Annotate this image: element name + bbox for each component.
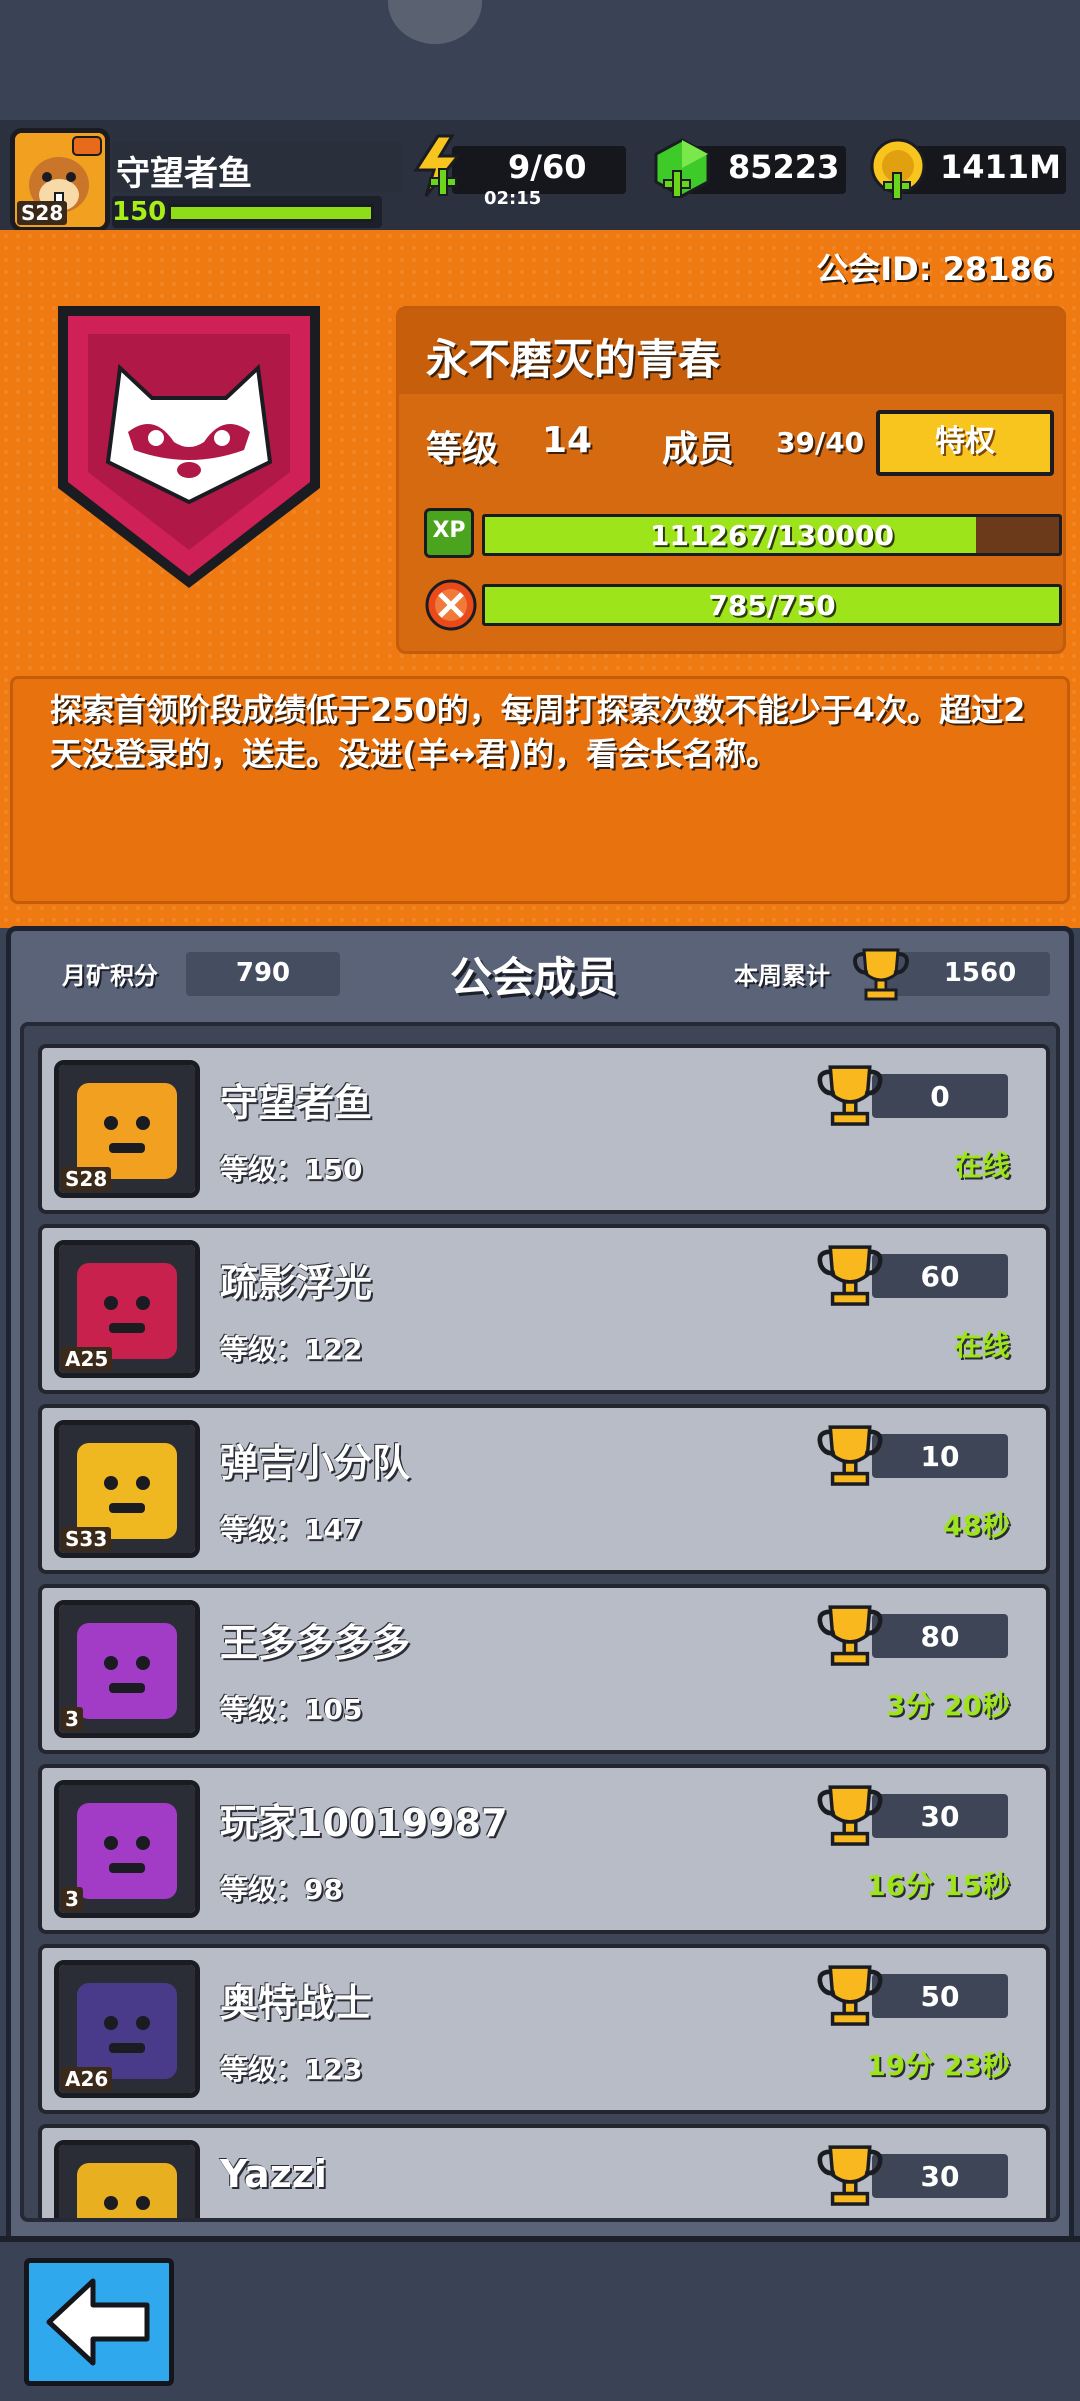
member-row[interactable]: S33 弹吉小分队等级：147 10 48秒 — [38, 1404, 1050, 1574]
member-name: Yazzi — [220, 2152, 327, 2196]
member-rank-badge: S33 — [61, 1527, 112, 1551]
player-xp-bar — [168, 204, 374, 222]
member-rank-badge: A25 — [61, 1347, 113, 1371]
privilege-button[interactable]: 特权 — [876, 410, 1054, 476]
member-status: 在线 — [953, 1329, 1010, 1362]
member-name: 玩家10019987 — [220, 1801, 508, 1845]
energy-value: 9/60 — [508, 148, 587, 186]
gem-icon[interactable] — [650, 136, 714, 202]
guild-member-count: 39/40 — [776, 426, 865, 459]
guild-member-label: 成员 — [662, 429, 735, 470]
member-level: 等级：122 — [220, 1333, 363, 1366]
member-avatar[interactable] — [54, 2140, 200, 2218]
member-avatar[interactable]: S28 — [54, 1060, 200, 1198]
member-avatar[interactable]: 3 — [54, 1600, 200, 1738]
member-name: 疏影浮光 — [220, 1261, 373, 1305]
gem-value: 85223 — [728, 148, 840, 186]
member-row[interactable]: 3 玩家10019987 等级：98 30 16分 15秒 — [38, 1764, 1050, 1934]
guild-xp-bar: 111267/130000 — [482, 514, 1062, 556]
month-points-value: 790 — [235, 958, 291, 988]
member-avatar[interactable]: A26 — [54, 1960, 200, 2098]
member-score: 60 — [920, 1260, 960, 1293]
week-total-label: 本周累计 — [734, 962, 830, 990]
member-list[interactable]: S28 守望者鱼等级：150 0 在线 A25 疏影浮光等级：122 60 在线 S33 弹吉小分… — [20, 1022, 1060, 2222]
member-level: 等级：147 — [220, 1513, 363, 1546]
member-score: 50 — [920, 1980, 960, 2013]
member-row[interactable]: 3 王多多多多等级：105 80 3分 20秒 — [38, 1584, 1050, 1754]
member-name: 奥特战士 — [220, 1981, 373, 2025]
gold-value: 1411M — [940, 148, 1061, 186]
member-row[interactable]: Yazzi 30 — [38, 2124, 1050, 2218]
player-level: 150 — [112, 197, 167, 227]
member-avatar[interactable]: 3 — [54, 1780, 200, 1918]
member-status: 48秒 — [943, 1509, 1010, 1542]
tools-icon — [424, 578, 478, 632]
member-name: 王多多多多 — [220, 1621, 411, 1665]
member-score: 30 — [920, 1800, 960, 1833]
member-score: 80 — [920, 1620, 960, 1653]
member-score: 0 — [930, 1080, 950, 1113]
raccoon-shield-icon[interactable] — [44, 292, 334, 602]
guild-level-label: 等级 — [426, 429, 499, 470]
back-button[interactable] — [24, 2258, 174, 2386]
lightning-icon[interactable] — [408, 134, 472, 200]
member-rank-badge: 3 — [61, 1887, 83, 1911]
guild-task-bar: 785/750 — [482, 584, 1062, 626]
player-rank-badge: S28 — [17, 201, 68, 225]
member-level: 等级：105 — [220, 1693, 363, 1726]
member-row[interactable]: S28 守望者鱼等级：150 0 在线 — [38, 1044, 1050, 1214]
member-status: 在线 — [953, 1149, 1010, 1182]
member-avatar[interactable]: S33 — [54, 1420, 200, 1558]
guild-xp-text: 111267/130000 — [649, 519, 894, 552]
back-arrow-icon — [46, 2278, 150, 2366]
member-status: 3分 20秒 — [885, 1689, 1010, 1722]
character-avatar-icon — [59, 2145, 195, 2218]
member-level: 等级：150 — [220, 1153, 363, 1186]
guild-notice-text: 探索首领阶段成绩低于250的，每周打探索次数不能少于4次。超过2天没登录的，送走… — [50, 691, 1026, 773]
guild-id: 公会ID: 28186 — [816, 250, 1054, 288]
member-rank-badge: A26 — [61, 2067, 113, 2091]
status-bar — [0, 0, 1080, 120]
xp-icon: XP — [424, 508, 474, 558]
member-name: 守望者鱼 — [220, 1081, 373, 1125]
member-score: 30 — [920, 2160, 960, 2193]
player-name: 守望者鱼 — [116, 154, 252, 194]
member-level: 等级：98 — [220, 1873, 343, 1906]
coin-icon[interactable] — [866, 136, 930, 202]
member-score: 10 — [920, 1440, 960, 1473]
member-rank-badge: S28 — [61, 1167, 112, 1191]
members-title: 公会成员 — [450, 953, 619, 1002]
trophy-icon — [850, 944, 912, 1004]
guild-level-value: 14 — [542, 420, 593, 461]
player-avatar[interactable]: S28 — [10, 128, 110, 232]
week-total-value: 1560 — [943, 958, 1017, 988]
member-avatar[interactable]: A25 — [54, 1240, 200, 1378]
member-status: 16分 15秒 — [866, 1869, 1010, 1902]
member-level: 等级：123 — [220, 2053, 363, 2086]
energy-timer: 02:15 — [484, 188, 542, 209]
member-row[interactable]: A26 奥特战士等级：123 50 19分 23秒 — [38, 1944, 1050, 2114]
member-status: 19分 23秒 — [866, 2049, 1010, 2082]
month-points-label: 月矿积分 — [62, 962, 158, 990]
member-rank-badge: 3 — [61, 1707, 83, 1731]
guild-task-text: 785/750 — [708, 589, 836, 622]
member-row[interactable]: A25 疏影浮光等级：122 60 在线 — [38, 1224, 1050, 1394]
guild-name: 永不磨灭的青春 — [426, 335, 721, 384]
member-name: 弹吉小分队 — [220, 1441, 411, 1485]
